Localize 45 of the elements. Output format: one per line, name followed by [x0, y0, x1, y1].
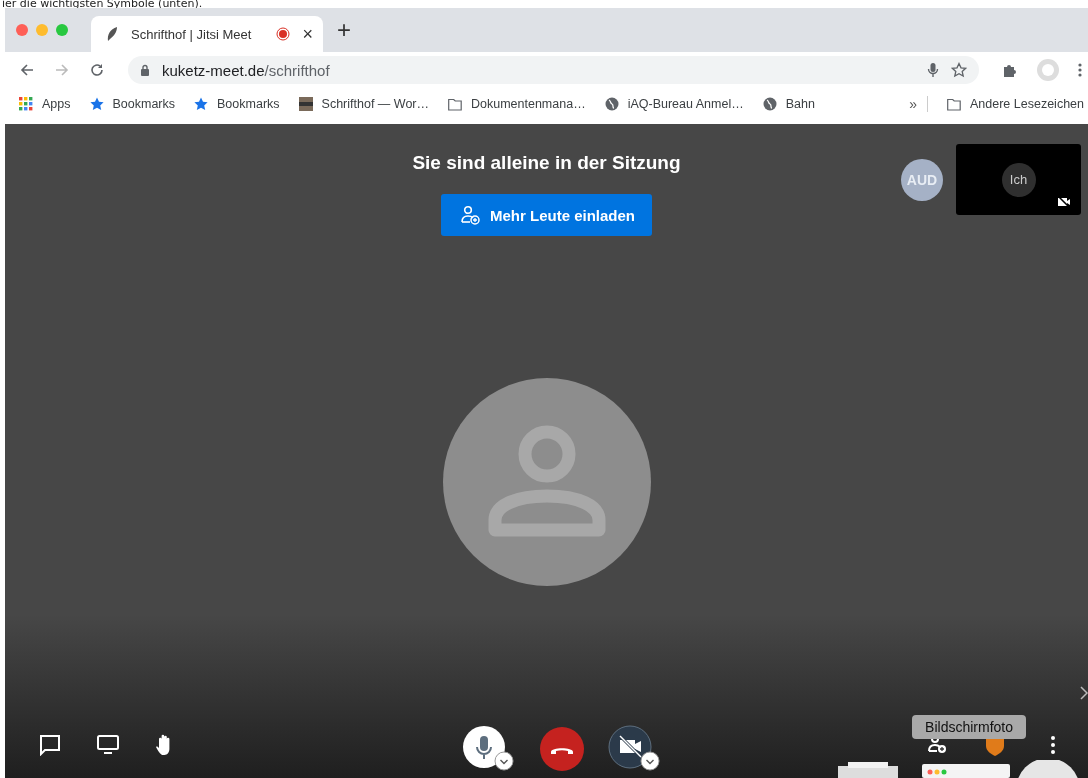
audio-badge: AUD — [901, 158, 943, 201]
microphone-icon[interactable] — [927, 62, 939, 78]
bookmark-item[interactable]: Andere Lesezeichen — [947, 97, 1084, 111]
thumbnail-icon — [298, 97, 313, 111]
menu-icon[interactable] — [1078, 62, 1082, 78]
star-icon[interactable] — [951, 62, 967, 78]
camera-button[interactable] — [607, 725, 662, 773]
star-icon — [194, 97, 209, 111]
browser-tab[interactable]: Schrifthof | Jitsi Meet × — [91, 16, 323, 52]
globe-icon — [762, 97, 777, 111]
bookmark-item[interactable]: iAQ-Bureau Anmel… — [604, 97, 744, 111]
tooltip: Bildschirmfoto — [912, 715, 1026, 739]
chevron-icon — [1080, 686, 1088, 700]
invite-button[interactable]: Mehr Leute einladen — [441, 194, 652, 236]
globe-icon — [604, 97, 619, 111]
star-icon — [89, 97, 104, 111]
add-person-icon — [460, 205, 480, 225]
url-text: kuketz-meet.de/schrifthof — [162, 61, 330, 79]
screen-icon[interactable] — [97, 734, 119, 756]
chat-icon[interactable] — [39, 734, 61, 756]
back-icon[interactable] — [19, 62, 35, 78]
self-label: Ich — [1001, 162, 1036, 197]
bookmark-item[interactable]: Apps — [19, 97, 71, 111]
local-video-tile[interactable]: Ich — [956, 144, 1081, 215]
apps-grid-icon — [19, 97, 33, 111]
reload-icon[interactable] — [89, 62, 105, 78]
folder-icon — [448, 97, 462, 111]
user-avatar-icon — [442, 378, 651, 586]
address-bar[interactable]: kuketz-meet.de/schrifthof — [128, 56, 979, 84]
puzzle-icon[interactable] — [1002, 62, 1018, 78]
new-tab-button[interactable]: + — [337, 16, 351, 44]
hang-up-button[interactable] — [539, 727, 584, 771]
feather-icon — [105, 26, 119, 42]
tab-title: Schrifthof | Jitsi Meet — [131, 26, 253, 42]
bookmark-item[interactable]: Bahn — [762, 97, 815, 111]
bookmark-item[interactable]: Bookmarks — [89, 97, 176, 111]
microphone-button[interactable] — [461, 725, 516, 773]
folder-icon — [947, 97, 961, 111]
lock-icon — [140, 64, 150, 76]
bookmark-item[interactable]: Schrifthof — Wor… — [298, 97, 429, 111]
more-bookmarks-button[interactable]: » — [909, 96, 928, 112]
bookmark-item[interactable]: Bookmarks — [194, 97, 280, 111]
close-tab-button[interactable]: × — [302, 23, 313, 45]
meeting-heading: Sie sind alleine in der Sitzung — [412, 152, 681, 174]
bookmark-item[interactable]: Dokumentenmana… — [448, 97, 586, 111]
